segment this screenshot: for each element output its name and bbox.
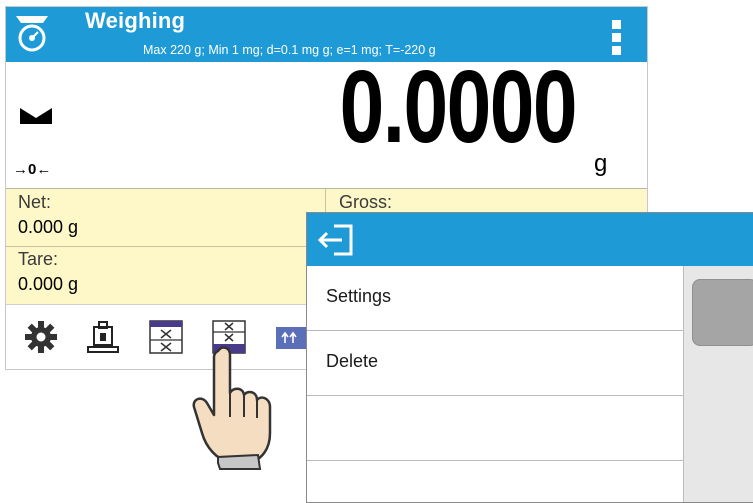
hand-pointer-icon xyxy=(192,346,272,470)
reading-area: →0← 0.0000 g xyxy=(6,49,647,188)
stable-indicator-icon xyxy=(20,108,52,124)
exit-icon[interactable] xyxy=(316,222,356,258)
table-icon[interactable] xyxy=(149,320,183,354)
menu-item-label: Settings xyxy=(326,286,392,306)
menu-item-label: Delete xyxy=(326,351,379,371)
scale-icon[interactable] xyxy=(14,13,50,53)
app-title: Weighing xyxy=(85,8,186,33)
tare-label: Tare: xyxy=(18,249,59,269)
tare-weight-icon[interactable] xyxy=(86,320,120,354)
gear-icon[interactable] xyxy=(24,320,58,354)
weight-reading: 0.0000 xyxy=(339,49,578,164)
menu-header xyxy=(307,213,753,266)
menu-item-delete[interactable]: Delete xyxy=(307,331,683,396)
menu-list: Settings Delete xyxy=(307,266,683,502)
scrollbar-thumb[interactable] xyxy=(692,279,753,346)
menu-item-empty[interactable] xyxy=(307,461,683,502)
net-label: Net: xyxy=(18,192,52,212)
net-value: 0.000 g xyxy=(18,217,79,237)
weight-unit: g xyxy=(594,150,608,177)
gross-label: Gross: xyxy=(339,192,393,212)
context-menu: Settings Delete xyxy=(306,212,753,503)
more-vertical-icon[interactable] xyxy=(612,20,624,58)
zero-indicator: →0← xyxy=(13,161,52,178)
menu-item-empty[interactable] xyxy=(307,396,683,461)
scrollbar-track[interactable] xyxy=(683,266,753,502)
menu-item-settings[interactable]: Settings xyxy=(307,266,683,331)
tare-value: 0.000 g xyxy=(18,274,79,294)
